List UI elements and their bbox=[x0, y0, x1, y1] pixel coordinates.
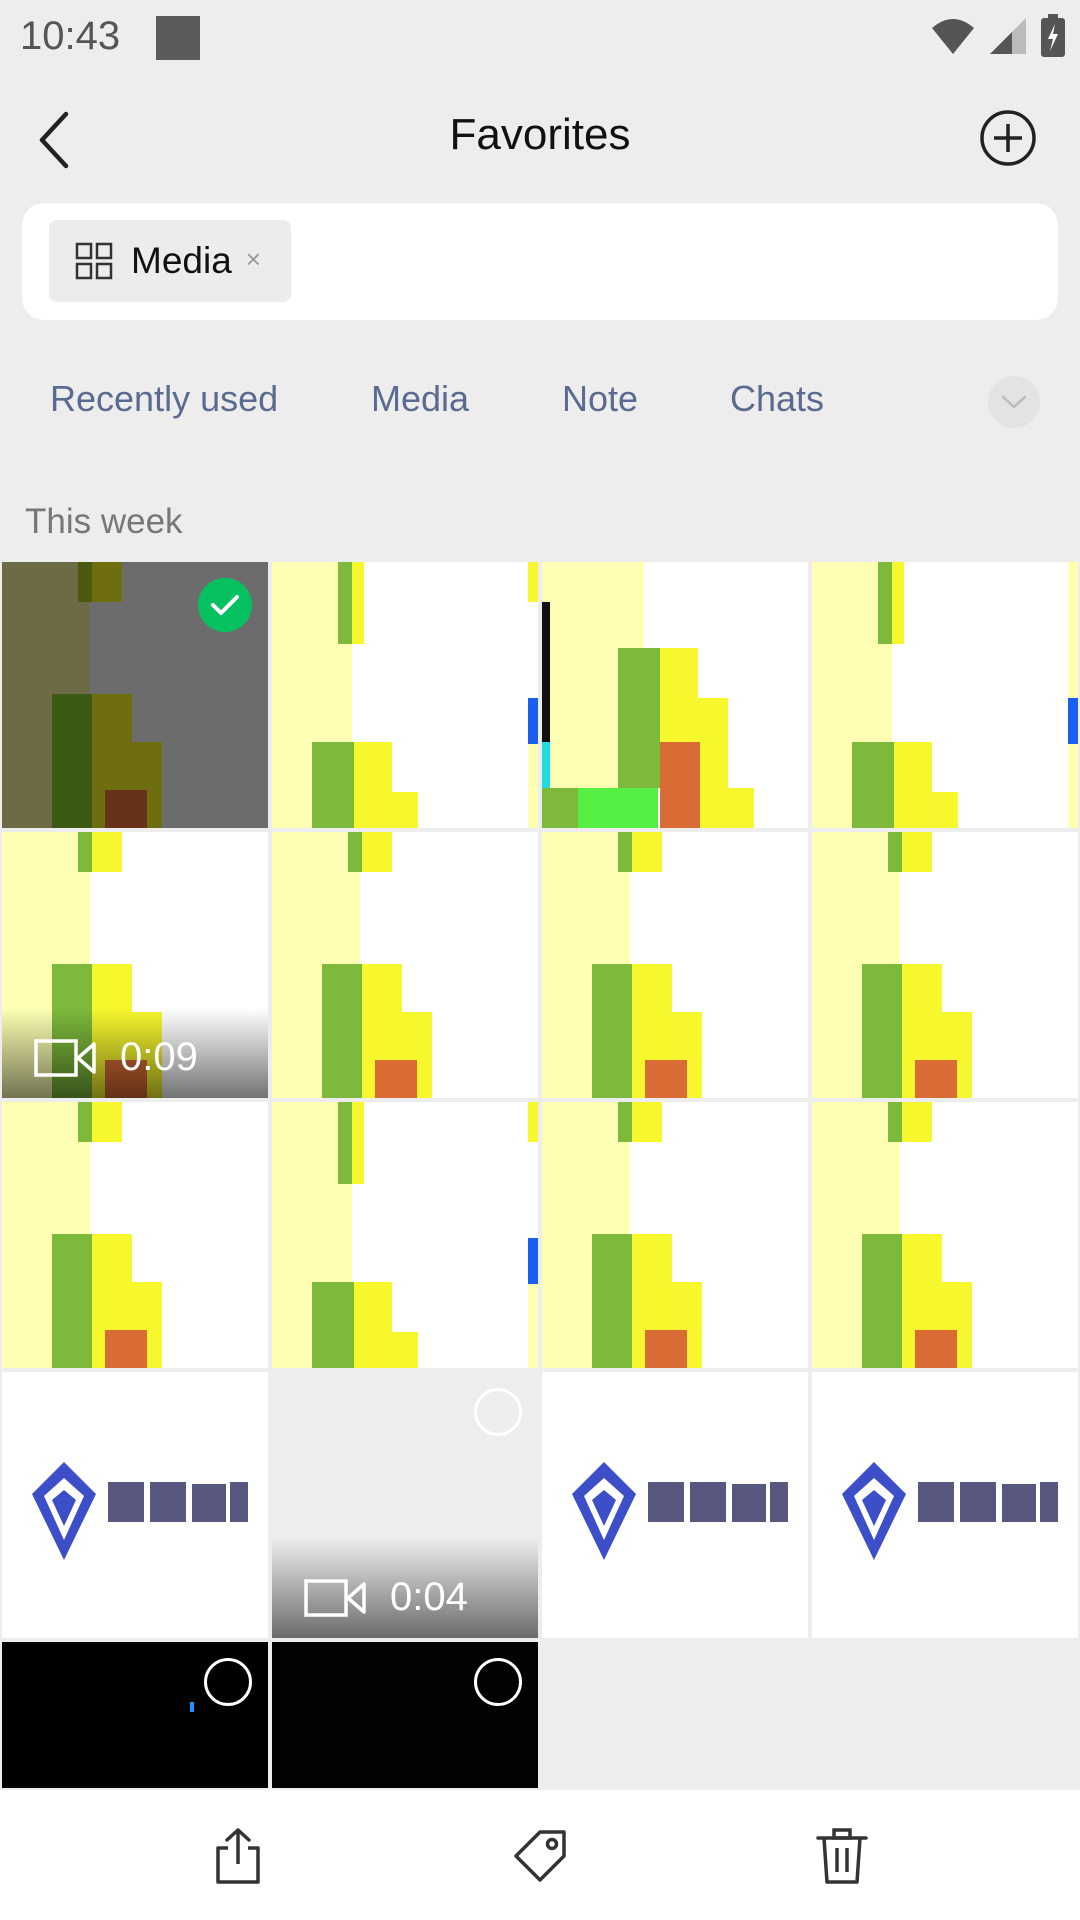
filter-tabs: Recently used Media Note Chats bbox=[0, 370, 1080, 440]
media-tile[interactable] bbox=[812, 832, 1078, 1098]
checkmark-icon[interactable] bbox=[198, 578, 252, 632]
media-tile-selected[interactable] bbox=[2, 562, 268, 828]
share-icon bbox=[216, 1828, 260, 1884]
media-tile[interactable] bbox=[272, 832, 538, 1098]
video-tile[interactable]: 0:09 bbox=[2, 832, 268, 1098]
thumbnail-image bbox=[272, 1102, 538, 1368]
page-title: Favorites bbox=[449, 110, 631, 159]
thumbnail-image bbox=[272, 562, 538, 828]
chip-label: Media bbox=[131, 240, 232, 281]
delete-button[interactable] bbox=[812, 1826, 872, 1886]
media-tile[interactable] bbox=[812, 1372, 1078, 1638]
select-circle-icon[interactable] bbox=[204, 1658, 252, 1706]
nav-bar: Favorites bbox=[0, 80, 1080, 200]
media-grid: 0:09 0:04 bbox=[2, 562, 1080, 1788]
trash-icon bbox=[816, 1828, 868, 1884]
thumbnail-image bbox=[272, 832, 538, 1098]
tab-media[interactable]: Media bbox=[371, 378, 469, 420]
bottom-action-bar bbox=[0, 1790, 1080, 1920]
video-duration: 0:09 bbox=[34, 1035, 198, 1080]
video-camera-icon bbox=[304, 1578, 366, 1617]
notification-icon bbox=[156, 16, 200, 60]
more-tabs-button[interactable] bbox=[988, 376, 1040, 428]
thumbnail-image bbox=[542, 1102, 808, 1368]
thumbnail-image bbox=[2, 1102, 268, 1368]
status-bar: 10:43 bbox=[0, 0, 1080, 80]
share-button[interactable] bbox=[208, 1826, 268, 1886]
thumbnail-image bbox=[542, 832, 808, 1098]
tag-button[interactable] bbox=[510, 1826, 570, 1886]
select-circle-icon[interactable] bbox=[474, 1388, 522, 1436]
media-tile[interactable] bbox=[542, 1372, 808, 1638]
tab-recently-used[interactable]: Recently used bbox=[50, 378, 278, 420]
signal-icon bbox=[990, 18, 1026, 54]
media-tile[interactable] bbox=[2, 1642, 268, 1788]
status-time: 10:43 bbox=[20, 14, 121, 58]
status-icons bbox=[930, 14, 1066, 58]
video-duration: 0:04 bbox=[304, 1575, 468, 1620]
thumbnail-image bbox=[812, 832, 1078, 1098]
tab-chats[interactable]: Chats bbox=[730, 378, 824, 420]
chevron-down-icon bbox=[1001, 395, 1027, 409]
media-tile[interactable] bbox=[2, 1372, 268, 1638]
plus-circle-icon bbox=[980, 110, 1036, 166]
tag-icon bbox=[514, 1830, 566, 1882]
media-tile[interactable] bbox=[542, 562, 808, 828]
search-box[interactable]: Media × bbox=[22, 203, 1058, 320]
duration-text: 0:04 bbox=[390, 1575, 468, 1619]
thumbnail-image bbox=[812, 562, 1078, 828]
grid-icon bbox=[75, 242, 113, 280]
media-filter-chip[interactable]: Media × bbox=[49, 220, 291, 302]
media-tile[interactable] bbox=[272, 1102, 538, 1368]
logo-thumbnail-image bbox=[812, 1372, 1078, 1638]
duration-text: 0:09 bbox=[120, 1035, 198, 1079]
section-label-this-week: This week bbox=[25, 502, 183, 541]
tab-note[interactable]: Note bbox=[562, 378, 638, 420]
media-tile[interactable] bbox=[812, 1102, 1078, 1368]
media-tile[interactable] bbox=[812, 562, 1078, 828]
logo-thumbnail-image bbox=[2, 1372, 268, 1638]
video-tile[interactable]: 0:04 bbox=[272, 1372, 538, 1638]
wifi-icon bbox=[932, 19, 974, 54]
video-camera-icon bbox=[34, 1038, 96, 1077]
chip-close-icon[interactable]: × bbox=[246, 244, 261, 275]
media-tile[interactable] bbox=[272, 1642, 538, 1788]
thumbnail-image bbox=[812, 1102, 1078, 1368]
thumbnail-image bbox=[542, 562, 808, 828]
add-button[interactable] bbox=[978, 108, 1038, 168]
battery-icon bbox=[1041, 14, 1065, 57]
logo-thumbnail-image bbox=[542, 1372, 808, 1638]
media-tile[interactable] bbox=[542, 832, 808, 1098]
media-tile[interactable] bbox=[2, 1102, 268, 1368]
select-circle-icon[interactable] bbox=[474, 1658, 522, 1706]
media-tile[interactable] bbox=[542, 1102, 808, 1368]
media-tile[interactable] bbox=[272, 562, 538, 828]
